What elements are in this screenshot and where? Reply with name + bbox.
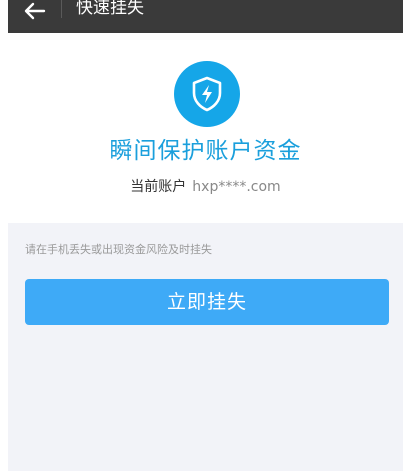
current-account-line: 当前账户 hxp****.com — [8, 177, 403, 197]
app-screen: 快速挂失 瞬间保护账户资金 当前账户 hxp****.com 请在手机丢失或出现资… — [8, 0, 403, 471]
protection-headline: 瞬间保护账户资金 — [109, 138, 302, 164]
loss-report-hint: 请在手机丢失或出现资金风险及时挂失 — [25, 243, 212, 256]
report-loss-button[interactable]: 立即挂失 — [25, 279, 389, 325]
account-label: 当前账户 — [130, 179, 187, 195]
back-button[interactable] — [20, 0, 50, 24]
protection-card: 瞬间保护账户资金 当前账户 hxp****.com — [8, 33, 403, 223]
shield-badge — [174, 61, 240, 127]
shield-lightning-icon — [192, 76, 222, 112]
top-navigation-bar: 快速挂失 — [8, 0, 403, 33]
header-divider — [61, 0, 62, 18]
page-title: 快速挂失 — [76, 0, 144, 18]
arrow-left-icon — [24, 2, 46, 20]
account-value: hxp****.com — [192, 179, 281, 195]
